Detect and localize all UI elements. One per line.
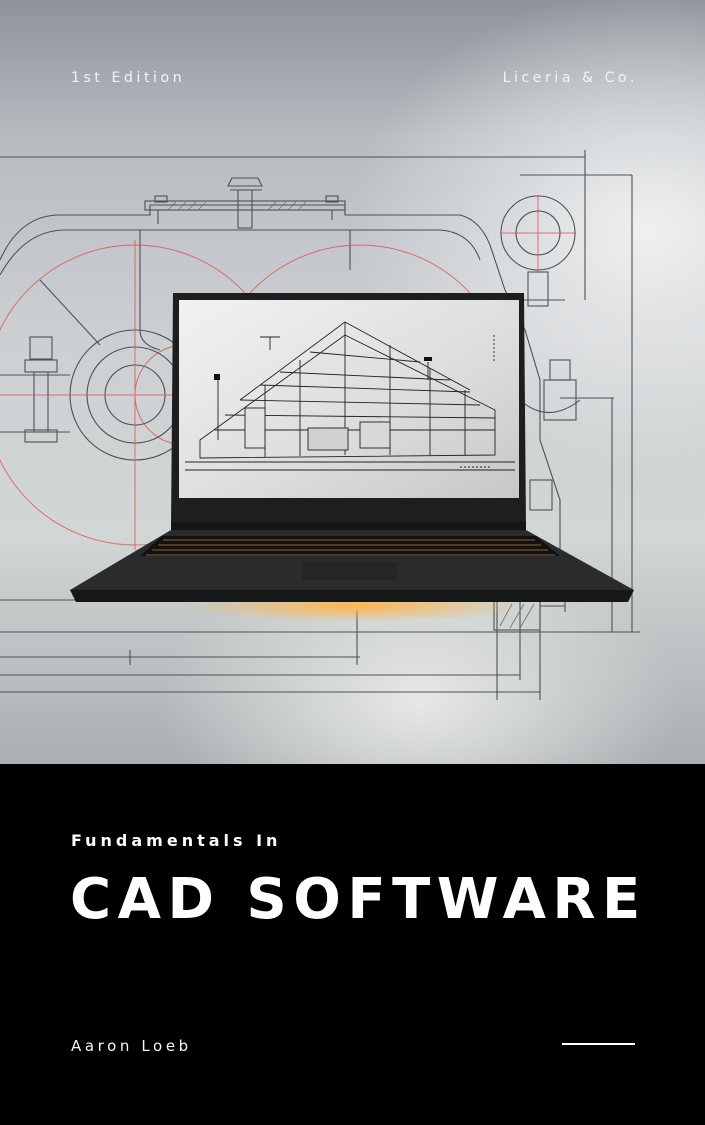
book-subtitle: Fundamentals In	[71, 831, 282, 850]
publisher-label: Liceria & Co.	[502, 70, 638, 86]
edition-label: 1st Edition	[71, 70, 186, 86]
book-cover: 1st Edition Liceria & Co. Fundamentals I…	[0, 0, 705, 1125]
cover-illustration: 1st Edition Liceria & Co.	[0, 0, 705, 764]
book-title: CAD SOFTWARE	[70, 867, 647, 932]
architectural-wireframe-icon	[185, 321, 515, 471]
title-band: Fundamentals In CAD SOFTWARE Aaron Loeb	[0, 764, 705, 1125]
author-name: Aaron Loeb	[71, 1037, 192, 1055]
decorative-rule	[562, 1043, 635, 1045]
